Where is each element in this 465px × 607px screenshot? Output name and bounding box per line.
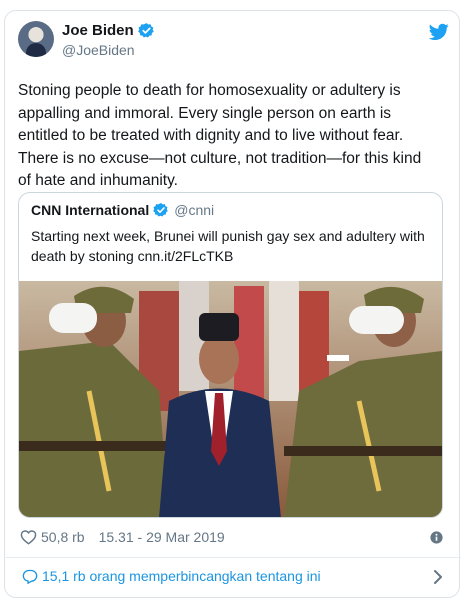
author-handle[interactable]: @JoeBiden bbox=[62, 42, 135, 58]
quoted-tweet[interactable]: CNN International @cnni Starting next we… bbox=[18, 192, 443, 518]
quoted-author-name[interactable]: CNN International bbox=[31, 202, 149, 218]
info-icon[interactable] bbox=[430, 531, 443, 544]
quoted-header: CNN International @cnni bbox=[31, 202, 214, 218]
chevron-right-icon[interactable] bbox=[433, 570, 443, 584]
tweet-meta: 50,8 rb 15.31 - 29 Mar 2019 bbox=[20, 529, 225, 545]
like-count[interactable]: 50,8 rb bbox=[41, 529, 85, 545]
footer-divider bbox=[4, 557, 461, 558]
tweet-text: Stoning people to death for homosexualit… bbox=[18, 82, 422, 189]
conversation-label[interactable]: 15,1 rb orang memperbincangkan tentang i… bbox=[42, 568, 321, 584]
author-avatar[interactable] bbox=[18, 21, 54, 57]
quoted-text: Starting next week, Brunei will punish g… bbox=[31, 228, 425, 264]
verified-icon bbox=[153, 203, 169, 217]
quoted-author-handle[interactable]: @cnni bbox=[174, 202, 214, 218]
author-name-row[interactable]: Joe Biden bbox=[62, 22, 155, 39]
tweet-header: Joe Biden @JoeBiden bbox=[18, 21, 449, 61]
tweet-timestamp[interactable]: 15.31 - 29 Mar 2019 bbox=[99, 529, 225, 545]
quoted-photo[interactable] bbox=[19, 281, 442, 518]
author-name[interactable]: Joe Biden bbox=[62, 22, 134, 39]
conversation-link[interactable]: 15,1 rb orang memperbincangkan tentang i… bbox=[22, 568, 321, 584]
verified-icon bbox=[137, 23, 154, 38]
reply-bubble-icon bbox=[22, 569, 38, 584]
heart-icon[interactable] bbox=[20, 529, 37, 545]
twitter-bird-icon[interactable] bbox=[429, 23, 449, 41]
